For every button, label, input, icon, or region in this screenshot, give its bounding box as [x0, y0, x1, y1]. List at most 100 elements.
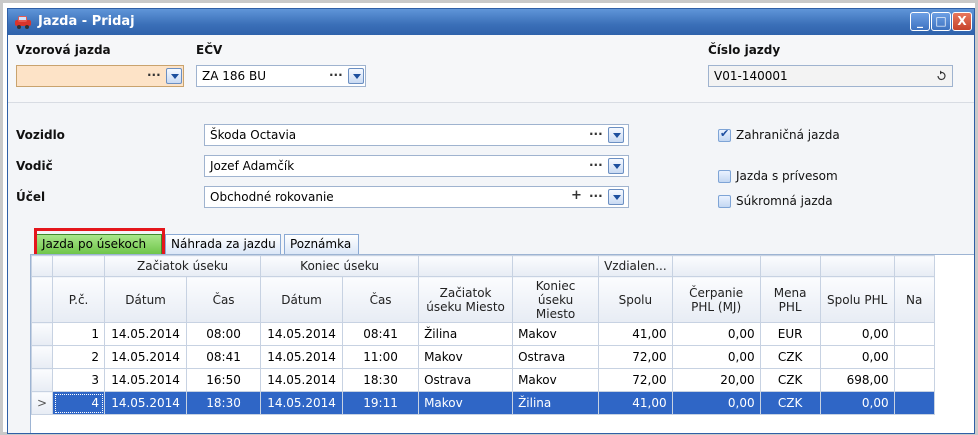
cell-na[interactable] [893, 345, 935, 369]
cell-spolu-phl[interactable]: 0,00 [819, 345, 895, 369]
cell-cas-end[interactable]: 08:41 [342, 322, 420, 346]
cell-to[interactable]: Makov [512, 368, 600, 392]
ecv-field[interactable]: ZA 186 BU ··· [196, 65, 366, 87]
col-header-cas-end[interactable]: Čas [342, 276, 420, 323]
cislo-jazdy-field[interactable]: V01-140001 [708, 65, 953, 87]
ucel-field[interactable]: Obchodné rokovanie + ··· [204, 186, 629, 208]
cell-spolu[interactable]: 41,00 [598, 322, 673, 346]
cell-datum-start[interactable]: 14.05.2014 [104, 345, 188, 369]
header-blank [52, 255, 106, 277]
cell-to[interactable]: Makov [512, 322, 600, 346]
cell-datum-start[interactable]: 14.05.2014 [104, 322, 188, 346]
col-header-datum-start[interactable]: Dátum [104, 276, 188, 323]
cell-mena[interactable]: CZK [759, 345, 821, 369]
cell-pc[interactable]: 2 [52, 345, 106, 369]
title-bar[interactable]: Jazda - Pridaj _ □ X [8, 9, 974, 35]
chevron-down-icon[interactable] [166, 68, 182, 84]
cell-cas-start[interactable]: 08:00 [186, 322, 262, 346]
sukromna-jazda-checkbox[interactable] [718, 195, 731, 208]
tab-nahrada-za-jazdu[interactable]: Náhrada za jazdu [165, 234, 281, 254]
cell-na[interactable] [893, 322, 935, 346]
header-blank [819, 255, 895, 277]
cell-cas-start[interactable]: 08:41 [186, 345, 262, 369]
row-header[interactable] [31, 345, 54, 369]
row-pointer-icon[interactable]: > [31, 391, 54, 415]
cell-pc[interactable]: 1 [52, 322, 106, 346]
col-header-spolu[interactable]: Spolu [598, 276, 673, 323]
cell-spolu-phl[interactable]: 0,00 [819, 391, 895, 415]
col-header-from[interactable]: Začiatok úseku Miesto [418, 276, 514, 323]
col-header-datum-end[interactable]: Dátum [260, 276, 344, 323]
cell-datum-start[interactable]: 14.05.2014 [104, 368, 188, 392]
cell-to[interactable]: Ostrava [512, 345, 600, 369]
table-row[interactable]: 2 14.05.2014 08:41 14.05.2014 11:00 Mako… [31, 345, 935, 369]
row-header[interactable] [31, 322, 54, 346]
zahranicna-jazda-checkbox[interactable] [718, 127, 731, 142]
cell-cas-end[interactable]: 18:30 [342, 368, 420, 392]
refresh-icon[interactable] [935, 70, 947, 82]
tab-poznamka[interactable]: Poznámka [284, 234, 359, 254]
table-row[interactable]: 3 14.05.2014 16:50 14.05.2014 18:30 Ostr… [31, 368, 935, 392]
vozidlo-label: Vozidlo [16, 128, 65, 142]
table-row[interactable]: 1 14.05.2014 08:00 14.05.2014 08:41 Žili… [31, 322, 935, 346]
cell-cerpanie[interactable]: 0,00 [671, 345, 761, 369]
ellipsis-icon[interactable]: ··· [329, 68, 343, 82]
cell-datum-end[interactable]: 14.05.2014 [260, 391, 344, 415]
minimize-button[interactable]: _ [910, 12, 930, 31]
cell-cerpanie[interactable]: 20,00 [671, 368, 761, 392]
cell-cerpanie[interactable]: 0,00 [671, 322, 761, 346]
col-header-na[interactable]: Na [893, 276, 935, 323]
cell-mena[interactable]: EUR [759, 322, 821, 346]
cell-pc[interactable]: 4 [52, 391, 106, 415]
segments-grid[interactable]: Začiatok úseku Koniec úseku Vzdialen... … [30, 254, 974, 433]
col-header-to[interactable]: Koniec úseku Miesto [512, 276, 600, 323]
ellipsis-icon[interactable]: ··· [589, 189, 603, 203]
cell-cas-start[interactable]: 16:50 [186, 368, 262, 392]
col-header-cerpanie[interactable]: Čerpanie PHL (MJ) [671, 276, 761, 323]
cell-datum-start[interactable]: 14.05.2014 [104, 391, 188, 415]
cell-from[interactable]: Makov [418, 391, 514, 415]
table-row-selected[interactable]: > 4 14.05.2014 18:30 14.05.2014 19:11 Ma… [31, 391, 935, 415]
cell-from[interactable]: Ostrava [418, 368, 514, 392]
row-header[interactable] [31, 368, 54, 392]
chevron-down-icon[interactable] [608, 158, 624, 174]
ellipsis-icon[interactable]: ··· [589, 158, 603, 172]
cell-spolu[interactable]: 72,00 [598, 345, 673, 369]
col-header-spolu-phl[interactable]: Spolu PHL [819, 276, 895, 323]
cell-datum-end[interactable]: 14.05.2014 [260, 322, 344, 346]
vzorova-jazda-field[interactable]: ··· [16, 65, 184, 87]
col-header-pc[interactable]: P.č. [52, 276, 106, 323]
col-header-cas-start[interactable]: Čas [186, 276, 262, 323]
jazda-s-prives-checkbox[interactable] [718, 170, 731, 183]
cell-cas-end[interactable]: 19:11 [342, 391, 420, 415]
cell-spolu-phl[interactable]: 698,00 [819, 368, 895, 392]
cell-spolu-phl[interactable]: 0,00 [819, 322, 895, 346]
cell-cerpanie[interactable]: 0,00 [671, 391, 761, 415]
cell-cas-end[interactable]: 11:00 [342, 345, 420, 369]
cell-from[interactable]: Makov [418, 345, 514, 369]
cell-na[interactable] [893, 368, 935, 392]
ellipsis-icon[interactable]: ··· [147, 68, 161, 82]
cell-to[interactable]: Žilina [512, 391, 600, 415]
chevron-down-icon[interactable] [608, 127, 624, 143]
cell-cas-start[interactable]: 18:30 [186, 391, 262, 415]
cell-spolu[interactable]: 72,00 [598, 368, 673, 392]
vodic-field[interactable]: Jozef Adamčík ··· [204, 155, 629, 177]
cell-datum-end[interactable]: 14.05.2014 [260, 368, 344, 392]
vozidlo-field[interactable]: Škoda Octavia ··· [204, 124, 629, 146]
col-header-mena[interactable]: Mena PHL [759, 276, 821, 323]
dialog-window: Jazda - Pridaj _ □ X Vzorová jazda ··· E… [7, 8, 975, 434]
chevron-down-icon[interactable] [608, 189, 624, 205]
cell-mena[interactable]: CZK [759, 368, 821, 392]
cell-from[interactable]: Žilina [418, 322, 514, 346]
chevron-down-icon[interactable] [348, 68, 364, 84]
maximize-button[interactable]: □ [931, 12, 951, 31]
cell-spolu[interactable]: 41,00 [598, 391, 673, 415]
cell-datum-end[interactable]: 14.05.2014 [260, 345, 344, 369]
plus-icon[interactable]: + [571, 188, 582, 203]
close-button[interactable]: X [952, 12, 972, 31]
ellipsis-icon[interactable]: ··· [589, 127, 603, 141]
cell-na[interactable] [893, 391, 935, 415]
cell-pc[interactable]: 3 [52, 368, 106, 392]
cell-mena[interactable]: CZK [759, 391, 821, 415]
